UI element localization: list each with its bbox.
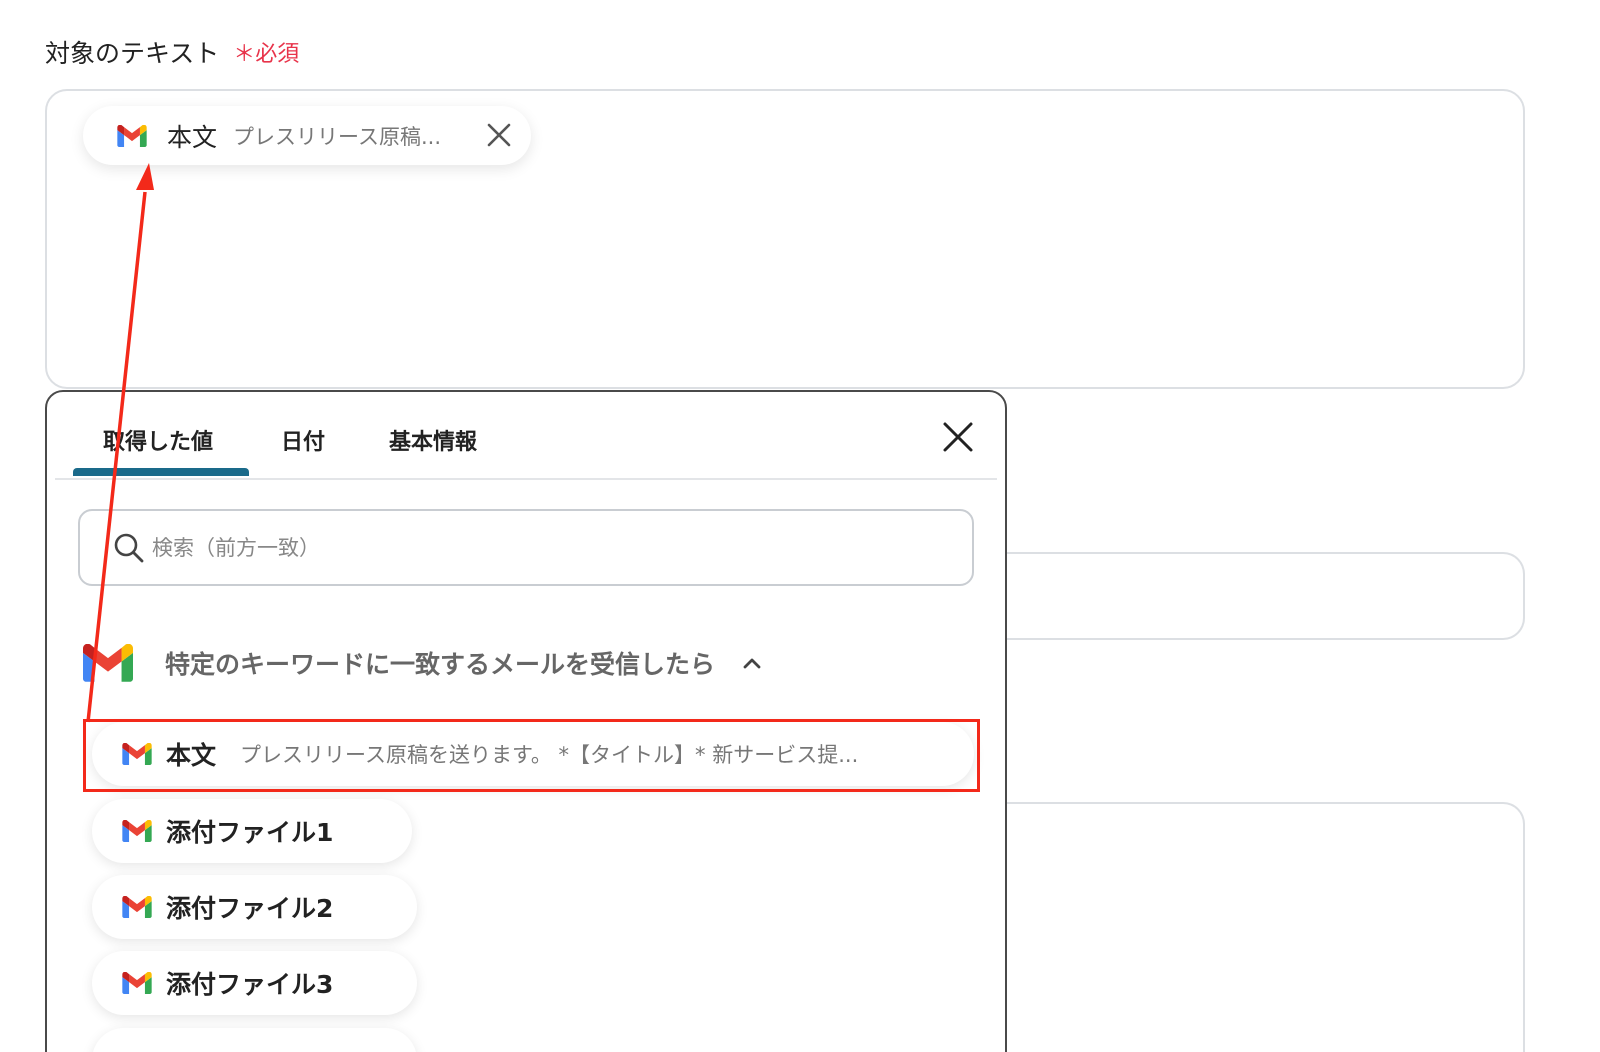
gmail-icon xyxy=(122,820,152,842)
tab-acquired-values[interactable]: 取得した値 xyxy=(103,424,213,456)
tab-basic-info[interactable]: 基本情報 xyxy=(389,424,477,456)
search-input[interactable] xyxy=(152,535,932,560)
close-icon[interactable] xyxy=(485,121,513,149)
chevron-up-icon[interactable] xyxy=(741,652,763,674)
annotation-highlight-box xyxy=(83,719,980,792)
tab-bar: 取得した値 日付 基本情報 xyxy=(55,392,997,480)
required-badge: ＊必須 xyxy=(233,42,300,67)
gmail-icon xyxy=(122,896,152,918)
close-icon[interactable] xyxy=(941,420,975,454)
gmail-icon xyxy=(117,125,147,147)
trigger-group-header[interactable]: 特定のキーワードに一致するメールを受信したら xyxy=(83,644,763,682)
chip-name: 本文 xyxy=(167,122,218,152)
value-item-attachment-3[interactable]: 添付ファイル3 xyxy=(92,951,417,1015)
item-name: 添付ファイル3 xyxy=(166,970,334,999)
item-name: 添付ファイル2 xyxy=(166,894,334,923)
variable-chip[interactable]: 本文 プレスリリース原稿... xyxy=(83,106,531,165)
value-item-attachment-2[interactable]: 添付ファイル2 xyxy=(92,875,417,939)
item-name: 添付ファイル1 xyxy=(166,818,334,847)
search-icon xyxy=(114,533,144,562)
gmail-icon xyxy=(83,644,133,682)
group-title: 特定のキーワードに一致するメールを受信したら xyxy=(165,650,716,679)
background-field xyxy=(980,552,1525,640)
field-label: 対象のテキスト ＊必須 xyxy=(45,34,299,70)
search-field[interactable] xyxy=(78,509,974,586)
chip-preview: プレスリリース原稿... xyxy=(233,124,441,149)
background-field xyxy=(980,802,1525,1052)
value-item-attachment-1[interactable]: 添付ファイル1 xyxy=(92,799,412,863)
tab-date[interactable]: 日付 xyxy=(281,424,325,456)
gmail-icon xyxy=(122,972,152,994)
field-label-text: 対象のテキスト xyxy=(45,39,220,68)
active-tab-indicator xyxy=(73,468,249,476)
value-item-partial[interactable] xyxy=(92,1028,417,1052)
